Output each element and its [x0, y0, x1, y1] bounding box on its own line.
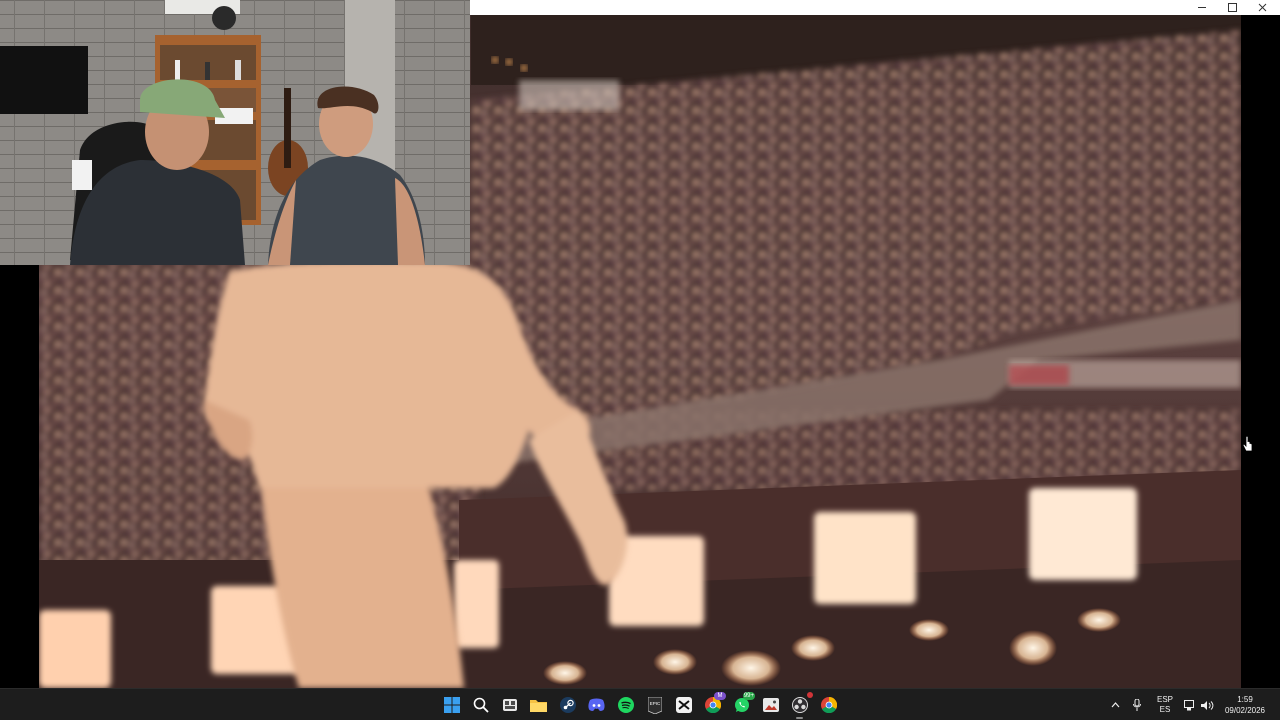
task-view-icon [502, 699, 517, 711]
minimize-button[interactable] [1187, 0, 1217, 15]
volume-icon [1200, 700, 1213, 710]
obs-icon [791, 697, 808, 713]
taskbar-photos[interactable] [756, 689, 785, 720]
taskbar-start-button[interactable] [437, 689, 466, 720]
taskbar-obs[interactable] [785, 689, 814, 720]
search-icon [473, 697, 489, 713]
desktop: EPIC M 99+ ESP ES 1:59 09/02/2026 [0, 0, 1280, 720]
webcam-scene [0, 0, 470, 265]
taskbar-discord[interactable] [582, 689, 611, 720]
hidden-icons-button[interactable] [1104, 689, 1126, 720]
epic-games-icon: EPIC [647, 696, 662, 714]
recording-indicator [807, 692, 813, 698]
discord-icon [588, 698, 605, 711]
volume-button[interactable] [1198, 689, 1216, 720]
taskbar-chrome-profile[interactable]: M [698, 689, 727, 720]
network-button[interactable] [1182, 689, 1198, 720]
system-tray: ESP ES 1:59 09/02/2026 [1104, 689, 1280, 720]
taskbar-capcut[interactable] [669, 689, 698, 720]
taskbar-file-explorer[interactable] [524, 689, 553, 720]
close-button[interactable] [1247, 0, 1277, 15]
taskbar-spotify[interactable] [611, 689, 640, 720]
chevron-up-icon [1111, 702, 1119, 708]
taskbar-epic-games[interactable]: EPIC [640, 689, 669, 720]
taskbar-chrome[interactable] [814, 689, 843, 720]
profile-badge: M [714, 692, 726, 700]
language-indicator[interactable]: ESP ES [1148, 689, 1182, 720]
taskbar-search-button[interactable] [466, 689, 495, 720]
spotify-icon [617, 697, 634, 713]
window-titlebar [432, 0, 1280, 15]
keyboard-layout: ES [1159, 705, 1171, 714]
webcam-overlay [0, 0, 470, 265]
clock-time: 1:59 [1237, 695, 1253, 704]
maximize-icon [1227, 3, 1237, 12]
steam-icon [559, 697, 576, 713]
taskbar-steam[interactable] [553, 689, 582, 720]
taskbar-task-view-button[interactable] [495, 689, 524, 720]
clock-button[interactable]: 1:59 09/02/2026 [1216, 689, 1274, 720]
microphone-button[interactable] [1126, 689, 1148, 720]
chrome-icon [820, 697, 837, 713]
taskbar-whatsapp[interactable]: 99+ [727, 689, 756, 720]
taskbar: EPIC M 99+ ESP ES 1:59 09/02/2026 [0, 688, 1280, 720]
file-explorer-icon [530, 699, 547, 712]
clock-date: 09/02/2026 [1224, 706, 1266, 715]
microphone-icon [1133, 699, 1141, 711]
minimize-icon [1198, 7, 1206, 8]
mouse-cursor-icon [1242, 436, 1253, 452]
language-code: ESP [1156, 695, 1173, 704]
photos-app-icon [762, 698, 779, 712]
unread-badge: 99+ [742, 692, 755, 700]
taskbar-apps: EPIC M 99+ [437, 689, 843, 720]
svg-text:EPIC: EPIC [649, 701, 660, 706]
network-icon [1184, 699, 1194, 710]
capcut-icon [675, 697, 692, 713]
maximize-button[interactable] [1217, 0, 1247, 15]
close-icon [1258, 3, 1266, 12]
windows-start-icon [443, 697, 460, 713]
active-app-indicator [796, 717, 803, 719]
